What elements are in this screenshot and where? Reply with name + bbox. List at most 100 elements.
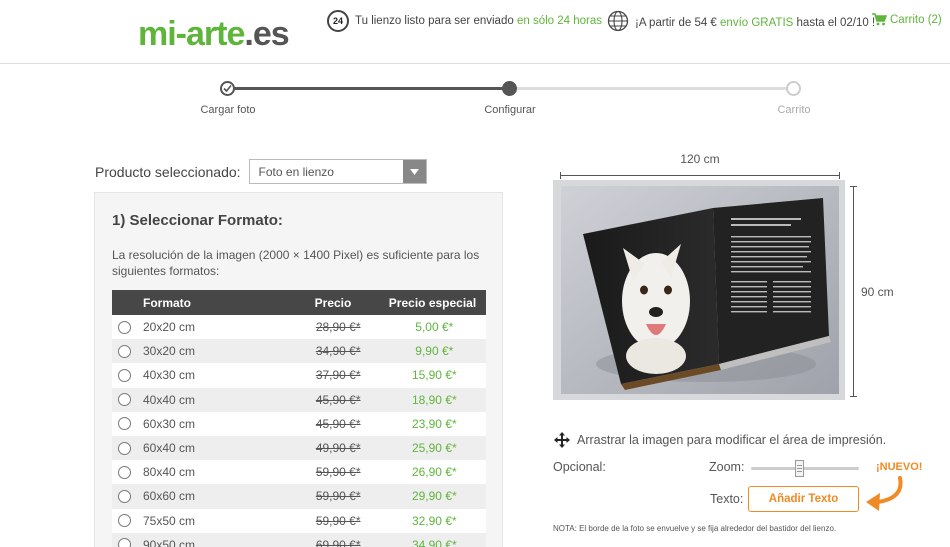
- zoom-slider-track[interactable]: [751, 467, 859, 470]
- format-original-price: 69,90 €*: [315, 537, 361, 547]
- chevron-down-icon[interactable]: [402, 160, 426, 183]
- promo-highlight: en sólo 24 horas: [516, 15, 602, 27]
- format-size: 90x50 cm: [143, 537, 196, 547]
- 24-hours-icon: 24: [327, 10, 349, 32]
- step-configure-label: Configurar: [484, 104, 536, 116]
- format-radio[interactable]: [118, 514, 131, 528]
- height-dimension-bar: [850, 186, 857, 397]
- promo2-highlight: envío GRATIS: [720, 16, 794, 29]
- format-size: 60x40 cm: [143, 441, 196, 456]
- format-size: 40x30 cm: [143, 368, 196, 383]
- format-original-price: 59,90 €*: [315, 489, 361, 504]
- cart-label: Carrito (2): [890, 13, 942, 26]
- format-row[interactable]: 30x20 cm 34,90 €* 9,90 €*: [112, 339, 486, 364]
- step-upload-dot[interactable]: [220, 81, 235, 96]
- cart-link[interactable]: Carrito (2): [872, 13, 942, 26]
- format-row[interactable]: 75x50 cm 59,90 €* 32,90 €*: [112, 508, 486, 533]
- width-dimension: 120 cm: [560, 152, 840, 179]
- format-table-body: 20x20 cm 28,90 €* 5,00 €* 30x20 cm 34,90 €* 9…: [112, 315, 486, 547]
- step-cart-dot: [786, 81, 801, 96]
- site-logo[interactable]: mi-arte.es: [138, 14, 290, 54]
- logo-part-mi: mi-: [138, 15, 187, 53]
- format-original-price: 59,90 €*: [315, 513, 361, 528]
- free-shipping-promo: ¡A partir de 54 € envío GRATIS hasta el …: [607, 10, 875, 35]
- zoom-label: Zoom:: [709, 460, 745, 474]
- step-configure-dot: [502, 81, 517, 96]
- format-radio[interactable]: [118, 489, 131, 503]
- format-row[interactable]: 20x20 cm 28,90 €* 5,00 €*: [112, 315, 486, 340]
- product-selector: Producto seleccionado: Foto en lienzo: [95, 159, 427, 184]
- shipping-promo: 24 Tu lienzo listo para ser enviado en s…: [327, 10, 602, 32]
- format-original-price: 45,90 €*: [315, 392, 361, 407]
- column-header-special-price: Precio especial: [388, 295, 477, 310]
- product-dropdown-value: Foto en lienzo: [258, 164, 334, 179]
- progress-stepper: Cargar foto Configurar Carrito: [0, 64, 950, 124]
- zoom-slider-handle[interactable]: [795, 460, 805, 477]
- format-radio[interactable]: [118, 320, 131, 334]
- format-panel: 1) Seleccionar Formato: La resolución de…: [94, 192, 503, 547]
- format-radio[interactable]: [118, 417, 131, 431]
- text-label: Texto:: [710, 492, 744, 506]
- format-row[interactable]: 40x40 cm 45,90 €* 18,90 €*: [112, 387, 486, 412]
- format-row[interactable]: 80x40 cm 59,90 €* 26,90 €*: [112, 460, 486, 485]
- format-original-price: 28,90 €*: [315, 320, 361, 335]
- magazine-dog-photo: [561, 186, 839, 394]
- format-original-price: 59,90 €*: [315, 465, 361, 480]
- format-row[interactable]: 60x60 cm 59,90 €* 29,90 €*: [112, 484, 486, 509]
- format-special-price: 9,90 €*: [415, 344, 454, 359]
- format-size: 40x40 cm: [143, 392, 196, 407]
- canvas-preview-frame: [553, 180, 845, 400]
- format-special-price: 25,90 €*: [411, 441, 457, 456]
- format-row[interactable]: 40x30 cm 37,90 €* 15,90 €*: [112, 363, 486, 388]
- format-panel-description: La resolución de la imagen (2000 × 1400 …: [112, 248, 480, 278]
- step-upload-label[interactable]: Cargar foto: [168, 104, 288, 116]
- format-size: 80x40 cm: [143, 465, 196, 480]
- format-table-header: Formato Precio Precio especial: [112, 290, 486, 315]
- format-radio[interactable]: [118, 538, 131, 547]
- format-original-price: 45,90 €*: [315, 416, 361, 431]
- format-original-price: 34,90 €*: [315, 344, 361, 359]
- format-original-price: 49,90 €*: [315, 441, 361, 456]
- format-row[interactable]: 90x50 cm 69,90 €* 34,90 €*: [112, 532, 486, 547]
- logo-part-arte: arte: [186, 15, 245, 53]
- format-size: 60x60 cm: [143, 489, 196, 504]
- cart-icon: [872, 13, 887, 26]
- format-row[interactable]: 60x40 cm 49,90 €* 25,90 €*: [112, 435, 486, 461]
- canvas-preview-image[interactable]: [561, 186, 839, 394]
- format-special-price: 23,90 €*: [411, 416, 457, 431]
- product-label: Producto seleccionado:: [95, 163, 241, 180]
- stepper-line-pending: [510, 87, 794, 90]
- promo2-text-end: hasta el 02/10 !: [796, 16, 876, 29]
- add-text-button[interactable]: Añadir Texto: [748, 486, 859, 512]
- step-cart-label: Carrito: [777, 104, 811, 116]
- format-radio[interactable]: [118, 393, 131, 407]
- drag-hint: Arrastrar la imagen para modificar el ár…: [554, 432, 886, 448]
- column-header-format: Formato: [143, 295, 191, 310]
- format-panel-title: 1) Seleccionar Formato:: [112, 212, 283, 229]
- checkmark-icon: [223, 84, 232, 93]
- format-special-price: 5,00 €*: [415, 320, 454, 335]
- height-dimension-label: 90 cm: [861, 285, 894, 299]
- move-arrows-icon: [554, 432, 570, 448]
- logo-part-es: .es: [244, 15, 289, 53]
- site-header: mi-arte.es 24 Tu lienzo listo para ser e…: [0, 0, 950, 64]
- format-radio[interactable]: [118, 441, 131, 455]
- format-row[interactable]: 60x30 cm 45,90 €* 23,90 €*: [112, 411, 486, 436]
- new-badge: ¡NUEVO!: [876, 461, 923, 473]
- optional-label: Opcional:: [553, 460, 606, 474]
- format-size: 20x20 cm: [143, 320, 196, 335]
- format-radio[interactable]: [118, 368, 131, 382]
- format-special-price: 29,90 €*: [411, 489, 457, 504]
- format-radio[interactable]: [118, 465, 131, 479]
- curved-arrow-icon: [864, 476, 906, 517]
- promo2-text: ¡A partir de 54 €: [635, 16, 717, 29]
- format-special-price: 15,90 €*: [411, 368, 457, 383]
- format-radio[interactable]: [118, 344, 131, 358]
- promo-text: Tu lienzo listo para ser enviado: [355, 15, 514, 27]
- format-special-price: 34,90 €*: [411, 537, 457, 547]
- column-header-price: Precio: [314, 295, 352, 310]
- format-special-price: 26,90 €*: [411, 465, 457, 480]
- format-special-price: 18,90 €*: [411, 392, 457, 407]
- product-dropdown[interactable]: Foto en lienzo: [248, 159, 427, 184]
- format-original-price: 37,90 €*: [315, 368, 361, 383]
